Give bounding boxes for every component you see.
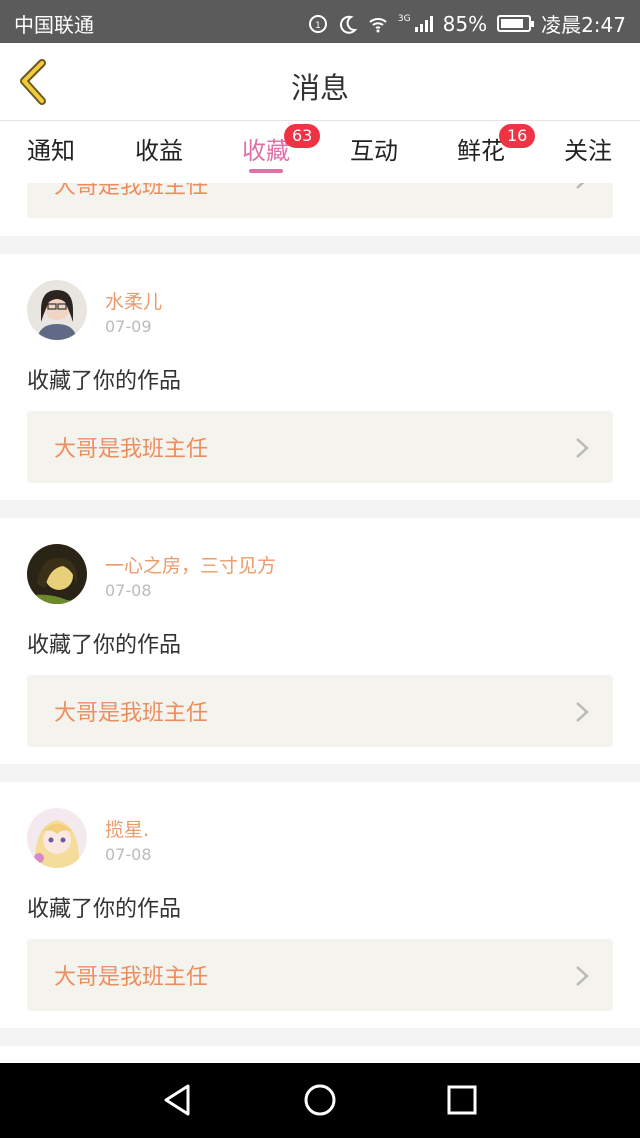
svg-text:1: 1 [315, 21, 321, 31]
clock: 凌晨2:47 [541, 13, 626, 37]
date: 07-08 [105, 581, 152, 600]
chevron-right-icon [576, 438, 589, 458]
tab-label: 收益 [135, 137, 183, 165]
nav-recent-icon[interactable] [445, 1083, 479, 1117]
tab-label: 关注 [564, 137, 612, 165]
username[interactable]: 揽星. [105, 815, 149, 842]
network-type: 3G [397, 13, 411, 24]
signal-icon [414, 15, 433, 32]
avatar[interactable] [27, 544, 87, 604]
navigation-bar: 消息 [0, 43, 640, 121]
carrier-name: 中国联通 [14, 13, 94, 37]
status-icons: 1 3G 85% 凌晨2:47 [308, 9, 626, 38]
work-title: 大哥是我班主任 [54, 437, 209, 462]
tab-label: 收藏 [242, 137, 290, 165]
list-item [0, 1046, 640, 1063]
tab-label: 互动 [350, 137, 398, 165]
work-title: 大哥是我班主任 [54, 701, 209, 726]
tab-following[interactable]: 关注 [548, 131, 628, 166]
badge-count: 63 [284, 124, 321, 148]
nav-back-icon[interactable] [160, 1083, 194, 1117]
tab-flowers[interactable]: 鲜花 16 [441, 124, 536, 166]
chevron-right-icon [576, 183, 585, 189]
action-text: 收藏了你的作品 [27, 633, 182, 658]
tab-earnings[interactable]: 收益 [119, 131, 199, 166]
moon-icon [339, 15, 358, 34]
date: 07-08 [105, 845, 152, 864]
avatar[interactable] [27, 280, 87, 340]
work-link[interactable]: 大哥是我班主任 [27, 939, 613, 1011]
list-item: 大哥是我班主任 [0, 183, 640, 236]
page-title: 消息 [290, 71, 349, 105]
tab-label: 鲜花 [457, 137, 505, 165]
nav-home-icon[interactable] [303, 1083, 337, 1117]
action-text: 收藏了你的作品 [27, 897, 182, 922]
action-text: 收藏了你的作品 [27, 369, 182, 394]
username[interactable]: 水柔儿 [105, 287, 162, 314]
badge-count: 16 [499, 124, 536, 148]
status-bar: 中国联通 1 3G 85% 凌晨2:47 [0, 0, 640, 43]
work-link[interactable]: 大哥是我班主任 [27, 411, 613, 483]
tab-notice[interactable]: 通知 [11, 131, 91, 166]
tab-favorites[interactable]: 收藏 63 [226, 124, 321, 166]
tab-bar: 通知 收益 收藏 63 互动 鲜花 16 关注 [0, 121, 640, 183]
chevron-right-icon [576, 966, 589, 986]
list-item: 一心之房，三寸见方 07-08 收藏了你的作品 大哥是我班主任 [0, 518, 640, 764]
data-usage-icon: 1 [308, 14, 327, 33]
list-item: 揽星. 07-08 收藏了你的作品 大哥是我班主任 [0, 782, 640, 1028]
battery-percent: 85% [442, 11, 488, 36]
battery-icon [497, 15, 535, 32]
system-navigation-bar [0, 1063, 640, 1138]
active-tab-indicator [249, 169, 283, 173]
work-title: 大哥是我班主任 [54, 965, 209, 990]
avatar[interactable] [27, 808, 87, 868]
tab-interaction[interactable]: 互动 [334, 131, 414, 166]
chevron-right-icon [576, 702, 589, 722]
date: 07-09 [105, 317, 152, 336]
username[interactable]: 一心之房，三寸见方 [105, 551, 276, 578]
work-title: 大哥是我班主任 [54, 183, 209, 199]
tab-label: 通知 [27, 137, 75, 165]
work-link[interactable]: 大哥是我班主任 [27, 183, 613, 218]
message-list[interactable]: 大哥是我班主任 水柔儿 07-09 收藏了你的作品 大哥是我班主任 一心之房，三… [0, 183, 640, 1063]
list-item: 水柔儿 07-09 收藏了你的作品 大哥是我班主任 [0, 254, 640, 500]
wifi-icon [369, 17, 387, 32]
work-link[interactable]: 大哥是我班主任 [27, 675, 613, 747]
